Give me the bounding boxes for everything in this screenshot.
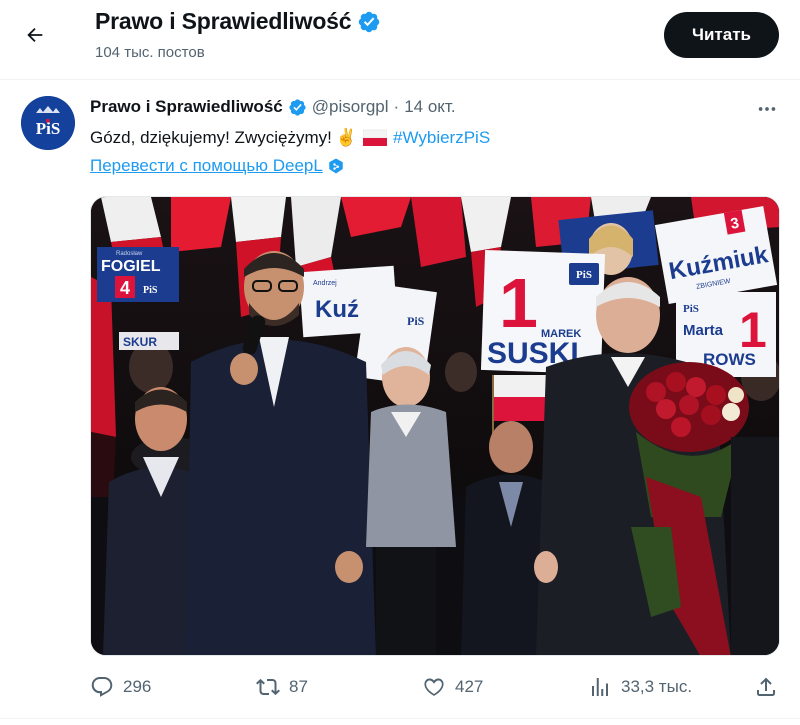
sku-text: SKUR <box>123 335 157 349</box>
kuz-small: Andrzej <box>313 280 337 287</box>
translate-row: Перевести с помощью DeepL <box>90 156 345 176</box>
verified-badge-icon <box>359 11 380 32</box>
share-button[interactable] <box>754 670 778 704</box>
rally-photo: Radosław FOGIEL 4 PiS 3 Kuźmiuk ZBIGNIEW… <box>91 197 779 655</box>
back-button[interactable] <box>18 18 52 52</box>
tweet-actions: 296 87 427 33,3 тыс. <box>90 670 780 704</box>
avatar[interactable]: PiS <box>21 96 75 150</box>
separator-dot: · <box>393 97 400 116</box>
header-title: Prawo i Sprawiedliwość <box>95 8 352 34</box>
translate-link[interactable]: Перевести с помощью DeepL <box>90 156 323 176</box>
posts-count: 104 тыс. постов <box>95 44 205 61</box>
tweet-text: Gózd, dziękujemy! Zwyciężymy! ✌️ #Wybier… <box>90 128 490 148</box>
marta-first: Marta <box>683 322 724 339</box>
tweet-date[interactable]: 14 окт. <box>404 97 455 117</box>
reply-button[interactable]: 296 <box>90 670 151 704</box>
author-handle[interactable]: @pisorgpl <box>312 97 389 117</box>
author-name[interactable]: Prawo i Sprawiedliwość <box>90 97 283 117</box>
marta-pis: PiS <box>683 303 699 315</box>
tweet-text-main: Gózd, dziękujemy! Zwyciężymy! <box>90 128 332 147</box>
more-button[interactable] <box>752 96 782 122</box>
fogiel-name: FOGIEL <box>101 258 161 275</box>
tweet-photo[interactable]: Radosław FOGIEL 4 PiS 3 Kuźmiuk ZBIGNIEW… <box>90 196 780 656</box>
like-count: 427 <box>455 677 484 696</box>
repost-icon <box>256 678 280 696</box>
fogiel-small: Radosław <box>116 251 143 257</box>
read-button[interactable]: Читать <box>664 12 779 58</box>
views-icon <box>592 678 608 696</box>
suski-sign: 1 PiS MAREK SUSKI <box>480 249 606 375</box>
small-pis-logo: PiS <box>407 314 425 328</box>
victory-hand-emoji: ✌️ <box>335 128 358 147</box>
reply-icon <box>91 677 113 697</box>
reply-count: 296 <box>123 677 152 696</box>
profile-header: Prawo i Sprawiedliwość 104 тыс. постов Ч… <box>0 0 800 80</box>
views-button[interactable]: 33,3 тыс. <box>588 670 692 704</box>
divider <box>0 718 800 719</box>
deepl-icon <box>329 158 343 174</box>
tweet-header: Prawo i Sprawiedliwość @pisorgpl · 14 ок… <box>90 97 456 117</box>
repost-button[interactable]: 87 <box>256 670 308 704</box>
fogiel-sign: Radosław FOGIEL 4 PiS <box>97 247 179 302</box>
share-icon <box>757 677 775 696</box>
fogiel-pis: PiS <box>143 285 158 296</box>
more-icon <box>758 107 776 111</box>
crowd-right <box>731 437 779 655</box>
fogiel-number: 4 <box>120 278 130 298</box>
header-title-row: Prawo i Sprawiedliwość <box>95 8 381 35</box>
views-count: 33,3 тыс. <box>621 677 693 696</box>
suski-pis: PiS <box>576 269 592 281</box>
poland-flag-icon <box>363 129 388 146</box>
kuz-name: Kuź <box>315 296 359 323</box>
pis-logo-icon: PiS <box>21 96 75 150</box>
hashtag-link[interactable]: #WybierzPiS <box>393 128 490 148</box>
verified-badge-icon <box>289 98 306 116</box>
repost-count: 87 <box>289 677 308 696</box>
like-icon <box>424 678 444 696</box>
suski-number: 1 <box>499 264 538 342</box>
back-arrow-icon <box>27 27 43 43</box>
small-flag <box>493 375 553 397</box>
like-button[interactable]: 427 <box>422 670 483 704</box>
